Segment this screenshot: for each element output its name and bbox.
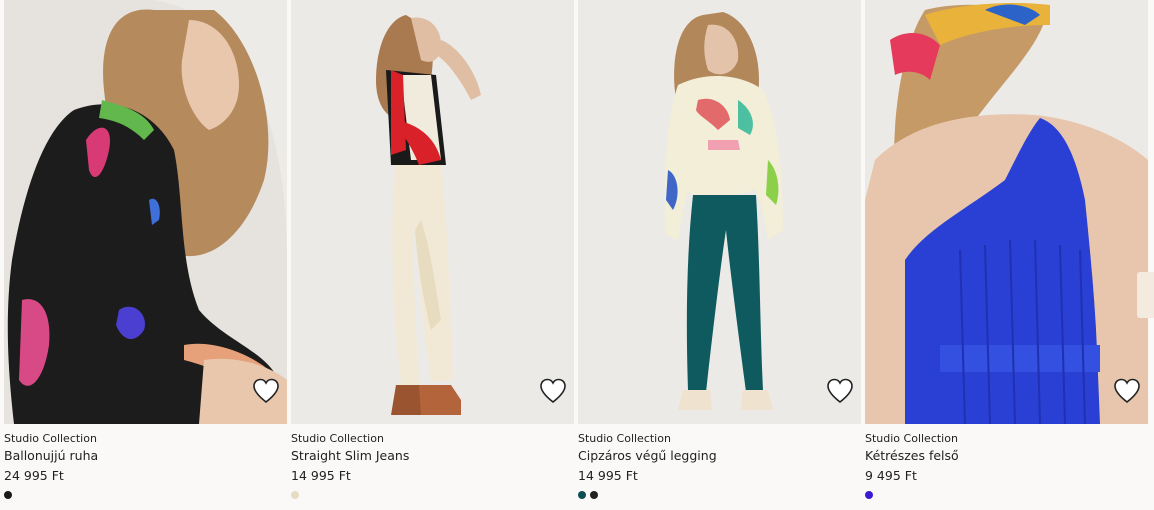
favorite-button[interactable]	[536, 374, 570, 408]
product-brand: Studio Collection	[865, 432, 958, 445]
product-name[interactable]: Cipzáros végű legging	[578, 448, 717, 463]
heart-outline-icon	[540, 378, 566, 404]
color-swatch[interactable]	[4, 491, 12, 499]
product-name[interactable]: Straight Slim Jeans	[291, 448, 409, 463]
heart-outline-icon	[827, 378, 853, 404]
color-swatch[interactable]	[865, 491, 873, 499]
product-image[interactable]	[865, 0, 1148, 424]
product-brand: Studio Collection	[578, 432, 671, 445]
product-image[interactable]	[578, 0, 861, 424]
color-swatches	[291, 491, 303, 500]
product-card[interactable]: Studio Collection Cipzáros végű legging …	[578, 0, 861, 506]
product-brand: Studio Collection	[291, 432, 384, 445]
color-swatches	[4, 491, 16, 500]
product-price: 14 995 Ft	[578, 468, 638, 483]
product-price: 9 495 Ft	[865, 468, 917, 483]
color-swatch[interactable]	[291, 491, 299, 499]
product-price: 24 995 Ft	[4, 468, 64, 483]
product-grid: Studio Collection Ballonujjú ruha 24 995…	[0, 0, 1154, 506]
product-brand: Studio Collection	[4, 432, 97, 445]
favorite-button[interactable]	[1110, 374, 1144, 408]
color-swatches	[865, 491, 877, 500]
product-image[interactable]	[4, 0, 287, 424]
color-swatches	[578, 491, 602, 500]
product-price: 14 995 Ft	[291, 468, 351, 483]
product-card[interactable]: Studio Collection Straight Slim Jeans 14…	[291, 0, 574, 506]
color-swatch[interactable]	[578, 491, 586, 499]
favorite-button[interactable]	[249, 374, 283, 408]
product-card[interactable]: Studio Collection Ballonujjú ruha 24 995…	[4, 0, 287, 506]
product-card[interactable]: Studio Collection Kétrészes felső 9 495 …	[865, 0, 1148, 506]
product-image[interactable]	[291, 0, 574, 424]
heart-outline-icon	[253, 378, 279, 404]
product-name[interactable]: Kétrészes felső	[865, 448, 959, 463]
heart-outline-icon	[1114, 378, 1140, 404]
color-swatch[interactable]	[590, 491, 598, 499]
product-name[interactable]: Ballonujjú ruha	[4, 448, 98, 463]
favorite-button[interactable]	[823, 374, 857, 408]
next-image-peek[interactable]	[1137, 272, 1154, 318]
